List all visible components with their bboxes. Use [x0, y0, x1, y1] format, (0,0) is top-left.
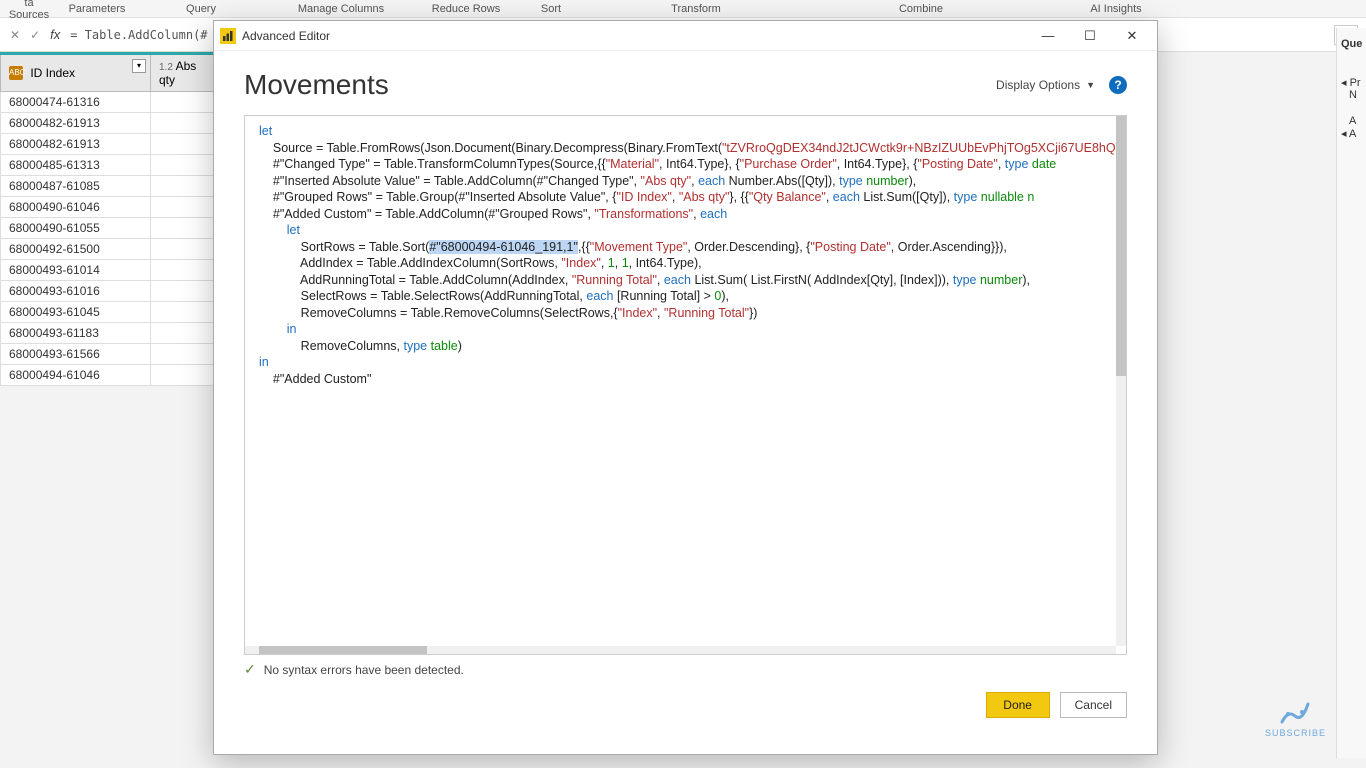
table-row[interactable]: 68000482-61913: [1, 113, 221, 134]
table-row[interactable]: 68000482-61913: [1, 134, 221, 155]
table-row[interactable]: 68000493-61566: [1, 344, 221, 365]
app-icon: [220, 28, 236, 44]
table-row[interactable]: 68000485-61313: [1, 155, 221, 176]
column-header-id-index[interactable]: ABC ID Index ▾: [1, 54, 151, 92]
table-row[interactable]: 68000490-61055: [1, 218, 221, 239]
table-row[interactable]: 68000492-61500: [1, 239, 221, 260]
close-formula-icon[interactable]: ✕: [10, 28, 20, 42]
syntax-status: ✓ No syntax errors have been detected.: [214, 655, 1157, 684]
horizontal-scrollbar[interactable]: [245, 646, 1116, 654]
fx-label[interactable]: fx: [50, 27, 66, 42]
table-row[interactable]: 68000493-61045: [1, 302, 221, 323]
table-row[interactable]: 68000493-61016: [1, 281, 221, 302]
table-row[interactable]: 68000490-61046: [1, 197, 221, 218]
dialog-titlebar[interactable]: Advanced Editor — ☐ ✕: [214, 21, 1157, 51]
display-options-dropdown[interactable]: Display Options▼: [996, 78, 1095, 92]
chevron-down-icon: ▼: [1086, 80, 1095, 90]
cancel-button[interactable]: Cancel: [1060, 692, 1127, 718]
table-row[interactable]: 68000487-61085: [1, 176, 221, 197]
ribbon-group-labels: ta Sources Parameters Query Manage Colum…: [0, 0, 1366, 18]
column-filter-icon[interactable]: ▾: [132, 59, 146, 73]
column-header-abs-qty[interactable]: 1.2 Abs qty: [151, 54, 221, 92]
check-icon: ✓: [244, 661, 256, 678]
done-button[interactable]: Done: [986, 692, 1050, 718]
data-grid: ABC ID Index ▾ 1.2 Abs qty 68000474-6131…: [0, 52, 221, 386]
right-panel: Que ◂ Pr N A ◂ A: [1336, 28, 1366, 758]
maximize-button[interactable]: ☐: [1069, 22, 1111, 50]
code-editor[interactable]: let Source = Table.FromRows(Json.Documen…: [244, 115, 1127, 655]
subscribe-watermark: SUBSCRIBE: [1265, 700, 1326, 738]
help-icon[interactable]: ?: [1109, 76, 1127, 94]
close-button[interactable]: ✕: [1111, 22, 1153, 50]
dialog-title: Advanced Editor: [242, 29, 330, 43]
table-row[interactable]: 68000493-61014: [1, 260, 221, 281]
minimize-button[interactable]: —: [1027, 22, 1069, 50]
table-row[interactable]: 68000494-61046: [1, 365, 221, 386]
query-name-heading: Movements: [244, 69, 996, 101]
vertical-scrollbar[interactable]: [1116, 116, 1126, 646]
table-row[interactable]: 68000493-61183: [1, 323, 221, 344]
accept-formula-icon[interactable]: ✓: [30, 28, 40, 42]
advanced-editor-dialog: Advanced Editor — ☐ ✕ Movements Display …: [213, 20, 1158, 755]
table-row[interactable]: 68000474-61316: [1, 92, 221, 113]
